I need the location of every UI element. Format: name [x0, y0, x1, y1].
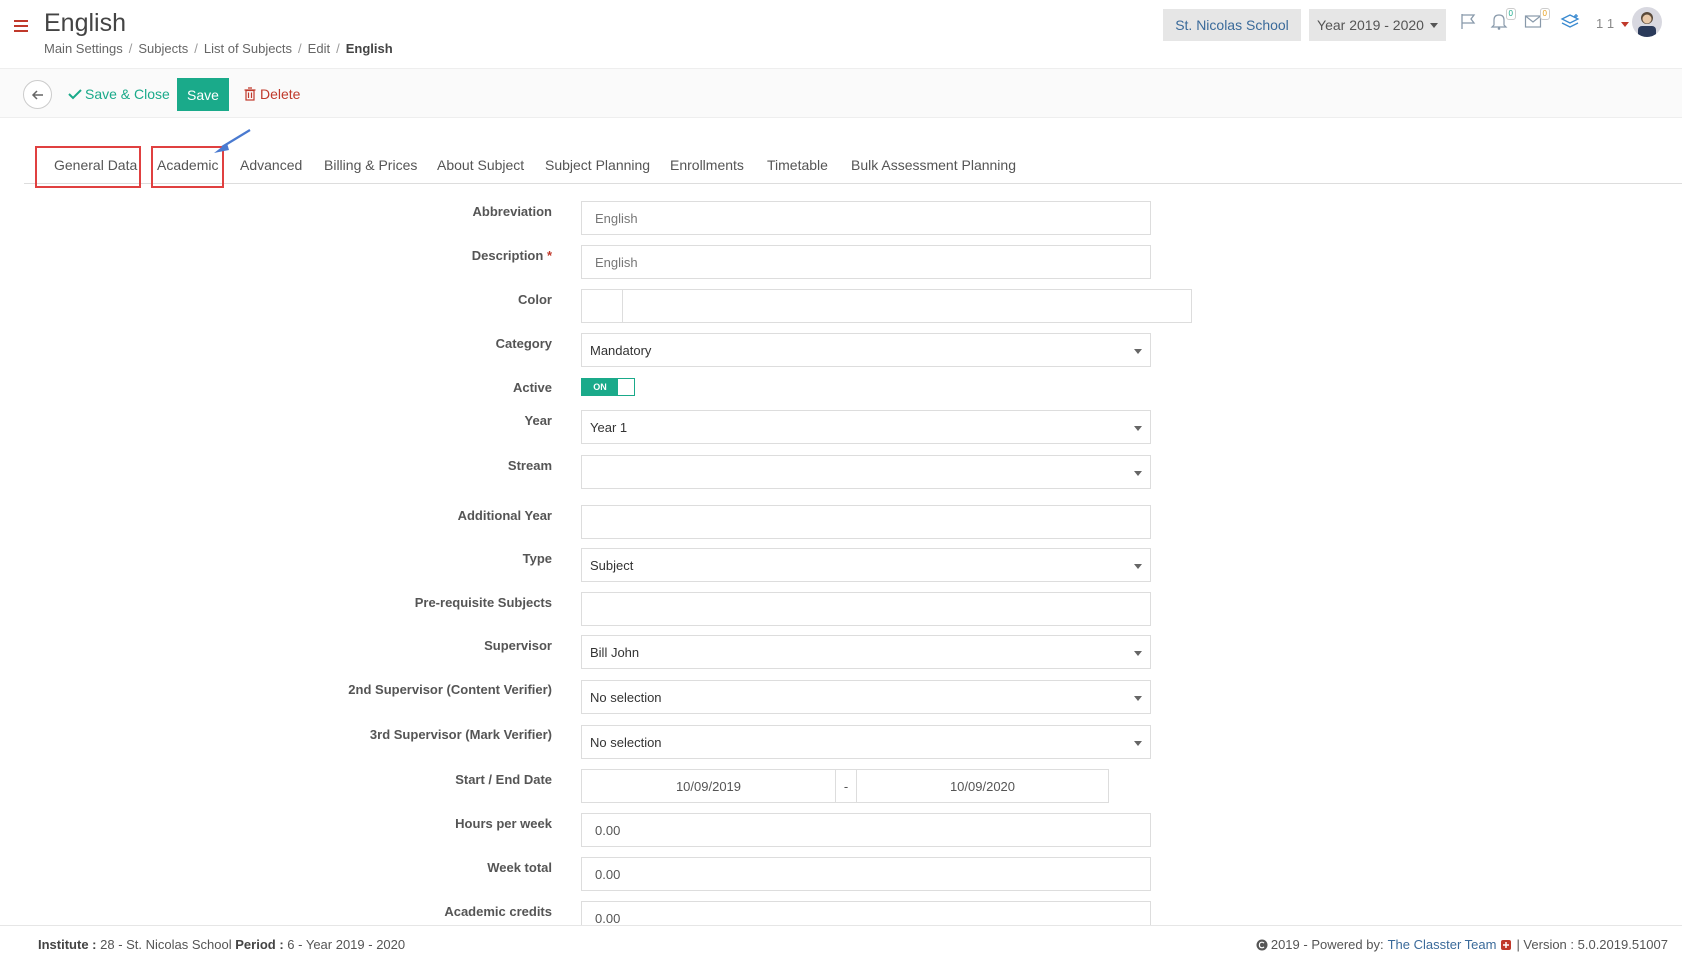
year-label: Year — [524, 413, 552, 428]
save-close-label: Save & Close — [85, 86, 170, 102]
dates-label: Start / End Date — [455, 772, 552, 787]
messages-badge: 0 — [1539, 8, 1550, 20]
tab-billing-prices[interactable]: Billing & Prices — [324, 157, 417, 173]
stream-label: Stream — [507, 458, 552, 473]
version-text: | Version : 5.0.2019.51007 — [1516, 937, 1668, 952]
footer: Institute : 28 - St. Nicolas School Peri… — [0, 925, 1682, 961]
save-close-button[interactable]: Save & Close — [68, 86, 170, 102]
breadcrumb-item[interactable]: List of Subjects — [204, 41, 292, 56]
save-button[interactable]: Save — [177, 78, 229, 111]
tab-bar: General Data Academic Advanced Billing &… — [24, 148, 1682, 184]
avatar[interactable] — [1632, 7, 1662, 37]
tab-advanced[interactable]: Advanced — [240, 157, 302, 173]
caret-down-icon — [1429, 22, 1438, 28]
institute-value: 28 - St. Nicolas School — [100, 937, 232, 952]
start-date-input[interactable]: 10/09/2019 — [581, 769, 836, 803]
description-label-text: Description — [471, 248, 544, 263]
prerequisite-label: Pre-requisite Subjects — [414, 595, 552, 610]
stream-select[interactable] — [581, 455, 1151, 489]
category-label: Category — [495, 336, 552, 351]
tab-about-subject[interactable]: About Subject — [437, 157, 524, 173]
breadcrumb-item[interactable]: Main Settings — [44, 41, 123, 56]
classter-logo-icon — [1501, 939, 1512, 950]
end-date-input[interactable]: 10/09/2020 — [856, 769, 1109, 803]
back-button[interactable] — [23, 80, 52, 109]
color-picker[interactable] — [581, 289, 1192, 323]
description-input[interactable]: English — [581, 245, 1151, 279]
breadcrumb-current: English — [345, 41, 393, 56]
year-selector[interactable]: Year 2019 - 2020 — [1309, 9, 1446, 41]
annotation-arrow-icon — [214, 129, 251, 153]
type-label: Type — [522, 551, 552, 566]
menu-icon[interactable] — [14, 20, 28, 32]
breadcrumb: Main Settings / Subjects / List of Subject… — [44, 41, 393, 56]
week-total-input[interactable]: 0.00 — [581, 857, 1151, 891]
year-select[interactable]: Year 1 — [581, 410, 1151, 444]
page-title: English — [44, 9, 126, 37]
color-swatch[interactable] — [582, 290, 623, 322]
tab-subject-planning[interactable]: Subject Planning — [545, 157, 650, 173]
supervisor2-label: 2nd Supervisor (Content Verifier) — [348, 682, 552, 697]
layers-icon[interactable] — [1560, 12, 1580, 33]
supervisor3-label: 3rd Supervisor (Mark Verifier) — [369, 727, 552, 742]
toggle-on-label: ON — [582, 379, 618, 395]
user-count: 1 1 — [1596, 16, 1615, 31]
notifications-badge: 0 — [1505, 8, 1516, 20]
tab-timetable[interactable]: Timetable — [767, 157, 828, 173]
breadcrumb-item[interactable]: Edit — [308, 41, 330, 56]
breadcrumb-item[interactable]: Subjects — [138, 41, 188, 56]
arrow-left-icon — [31, 89, 43, 100]
bell-icon[interactable]: 0 — [1490, 8, 1516, 33]
period-label: Period : — [235, 937, 284, 952]
required-mark: * — [546, 248, 552, 263]
trash-icon — [244, 87, 256, 101]
footer-credits: 2019 - Powered by: The Classter Team | V… — [1256, 937, 1668, 952]
header: English Main Settings / Subjects / List of… — [0, 0, 1682, 68]
flag-icon[interactable] — [1459, 12, 1477, 33]
abbreviation-input[interactable]: English — [581, 201, 1151, 235]
prerequisite-input[interactable] — [581, 592, 1151, 626]
envelope-icon[interactable]: 0 — [1524, 8, 1550, 33]
powered-prefix: 2019 - Powered by: — [1270, 937, 1384, 952]
delete-button[interactable]: Delete — [244, 86, 300, 102]
week-total-label: Week total — [487, 860, 552, 875]
supervisor3-select[interactable]: No selection — [581, 725, 1151, 759]
supervisor-label: Supervisor — [484, 638, 552, 653]
toolbar: Save & Close Save Delete — [0, 68, 1682, 118]
additional-year-input[interactable] — [581, 505, 1151, 539]
abbreviation-label: Abbreviation — [472, 204, 552, 219]
active-label: Active — [512, 380, 552, 395]
tab-enrollments[interactable]: Enrollments — [670, 157, 744, 173]
period-value: 6 - Year 2019 - 2020 — [287, 937, 406, 952]
tab-bulk-assessment-planning[interactable]: Bulk Assessment Planning — [851, 157, 1016, 173]
date-separator: - — [836, 769, 856, 803]
color-label: Color — [518, 292, 552, 307]
type-select[interactable]: Subject — [581, 548, 1151, 582]
supervisor2-select[interactable]: No selection — [581, 680, 1151, 714]
footer-info: Institute : 28 - St. Nicolas School Peri… — [38, 937, 405, 952]
hours-per-week-input[interactable]: 0.00 — [581, 813, 1151, 847]
school-selector[interactable]: St. Nicolas School — [1163, 9, 1301, 41]
hours-per-week-label: Hours per week — [455, 816, 552, 831]
supervisor-select[interactable]: Bill John — [581, 635, 1151, 669]
copyright-icon — [1256, 939, 1268, 950]
academic-credits-label: Academic credits — [444, 904, 552, 919]
additional-year-label: Additional Year — [457, 508, 552, 523]
active-toggle[interactable]: ON — [581, 378, 635, 396]
caret-down-icon — [1620, 22, 1629, 28]
category-select[interactable]: Mandatory — [581, 333, 1151, 367]
year-selector-label: Year 2019 - 2020 — [1317, 17, 1424, 33]
highlight-box-general-data — [35, 146, 141, 188]
user-menu[interactable]: 1 1 — [1596, 16, 1629, 31]
institute-label: Institute : — [38, 937, 97, 952]
description-label: Description * — [472, 248, 552, 263]
check-icon — [68, 89, 82, 100]
delete-label: Delete — [260, 86, 301, 102]
classter-team-link[interactable]: The Classter Team — [1388, 937, 1497, 952]
